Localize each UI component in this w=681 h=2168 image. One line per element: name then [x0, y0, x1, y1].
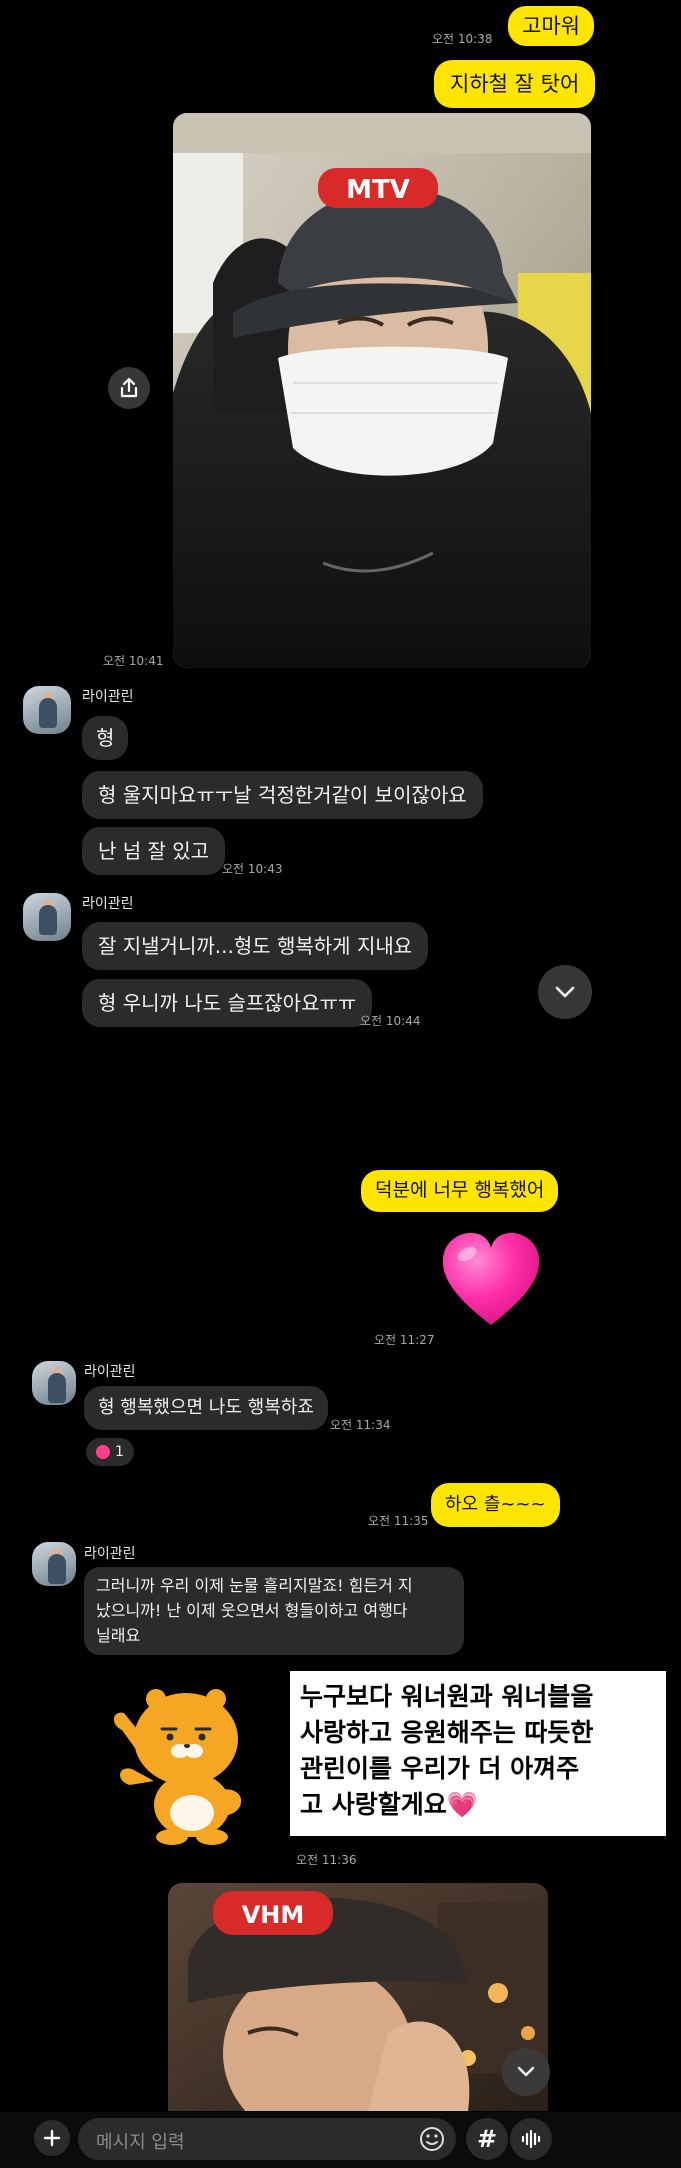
message-input[interactable]: 메시지 입력 — [78, 2118, 456, 2160]
caption-line: 관린이를 우리가 더 아껴주 — [300, 1754, 580, 1783]
message-time: 오전 10:41 — [103, 654, 164, 668]
heart-emoji[interactable] — [439, 1230, 543, 1330]
heart-reaction-icon — [96, 1445, 111, 1459]
avatar[interactable] — [32, 1361, 76, 1405]
attach-button[interactable] — [34, 2120, 70, 2156]
sender-name: 라이관린 — [84, 1546, 136, 1562]
avatar[interactable] — [23, 686, 71, 734]
my-message-bubble[interactable]: 덕분에 너무 행복했어 — [361, 1170, 559, 1212]
message-time: 오전 11:34 — [330, 1418, 391, 1432]
message-input-placeholder: 메시지 입력 — [96, 2132, 185, 2153]
reaction-count: 1 — [115, 1444, 124, 1460]
scroll-down-button[interactable] — [502, 2048, 550, 2096]
caption-line: 고 사랑할게요 — [300, 1790, 447, 1819]
selfie-photo: MTV — [173, 113, 591, 668]
avatar[interactable] — [32, 1542, 76, 1586]
cap-logo-text: VHM — [242, 1901, 305, 1929]
photo-message[interactable]: VHM — [168, 1883, 548, 2111]
scroll-down-button[interactable] — [538, 965, 592, 1019]
emoji-button[interactable] — [418, 2125, 446, 2153]
my-message-bubble[interactable]: 하오 츨~~~ — [431, 1483, 560, 1527]
other-message-bubble[interactable]: 형 — [82, 716, 129, 760]
ryan-character-icon — [113, 1689, 242, 1845]
message-time: 오전 10:38 — [432, 32, 493, 46]
reaction-badge[interactable]: 1 — [86, 1438, 134, 1466]
emoji-icon — [420, 2127, 444, 2151]
heart-emoji-text: 💗 — [446, 1790, 478, 1819]
hashtag-icon: # — [476, 2125, 498, 2153]
hashtag-button[interactable]: # — [466, 2118, 508, 2160]
message-time: 오전 11:36 — [296, 1853, 357, 1867]
message-time: 오전 11:35 — [368, 1514, 429, 1528]
voice-button[interactable] — [510, 2118, 552, 2160]
message-line: 그러니까 우리 이제 눈물 흘리지말죠! 힘든거 지 — [96, 1576, 413, 1595]
share-button[interactable] — [108, 367, 150, 409]
other-message-bubble[interactable]: 형 우니까 나도 슬프잖아요ㅠㅠ — [82, 979, 373, 1027]
other-message-bubble[interactable]: 그러니까 우리 이제 눈물 흘리지말죠! 힘든거 지 났으니까! 난 이제 웃으… — [84, 1567, 464, 1655]
share-icon — [120, 377, 138, 398]
input-bar: 메시지 입력 # — [0, 2112, 681, 2168]
chevron-down-icon — [555, 986, 575, 998]
heart-icon — [442, 1232, 540, 1325]
my-message-bubble[interactable]: 지하철 잘 탓어 — [434, 60, 596, 108]
other-message-bubble[interactable]: 잘 지낼거니까...형도 행복하게 지내요 — [82, 922, 429, 970]
my-message-bubble[interactable]: 고마워 — [508, 6, 594, 46]
photo-message[interactable]: MTV — [173, 113, 591, 668]
sender-name: 라이관린 — [82, 896, 134, 912]
caption-line: 사랑하고 응원해주는 따듯한 — [300, 1718, 594, 1747]
caption-box: 누구보다 워너원과 워너블을 사랑하고 응원해주는 따듯한 관린이를 우리가 더… — [290, 1671, 666, 1836]
sender-name: 라이관린 — [84, 1364, 136, 1380]
other-message-bubble[interactable]: 난 넘 잘 있고 — [82, 827, 226, 875]
sender-name: 라이관린 — [82, 689, 134, 705]
message-line: 났으니까! 난 이제 웃으면서 형들이하고 여행다 — [96, 1601, 408, 1620]
message-time: 오전 11:27 — [374, 1333, 435, 1347]
voice-icon — [521, 2129, 541, 2149]
message-time: 오전 10:43 — [222, 862, 283, 876]
message-time: 오전 10:44 — [360, 1014, 421, 1028]
caption-line: 누구보다 워너원과 워너블을 — [300, 1682, 594, 1711]
ryan-sticker[interactable] — [110, 1685, 260, 1845]
plus-icon — [43, 2129, 61, 2147]
avatar[interactable] — [23, 893, 71, 941]
other-message-bubble[interactable]: 형 울지마요ㅠㅜ날 걱정한거같이 보이잖아요 — [82, 771, 483, 819]
other-message-bubble[interactable]: 형 행복했으면 나도 행복하죠 — [84, 1386, 328, 1430]
cap-logo-text: MTV — [346, 175, 410, 205]
selfie-photo: VHM — [168, 1883, 548, 2111]
chevron-down-icon — [517, 2066, 535, 2077]
message-line: 닐래요 — [96, 1626, 141, 1645]
